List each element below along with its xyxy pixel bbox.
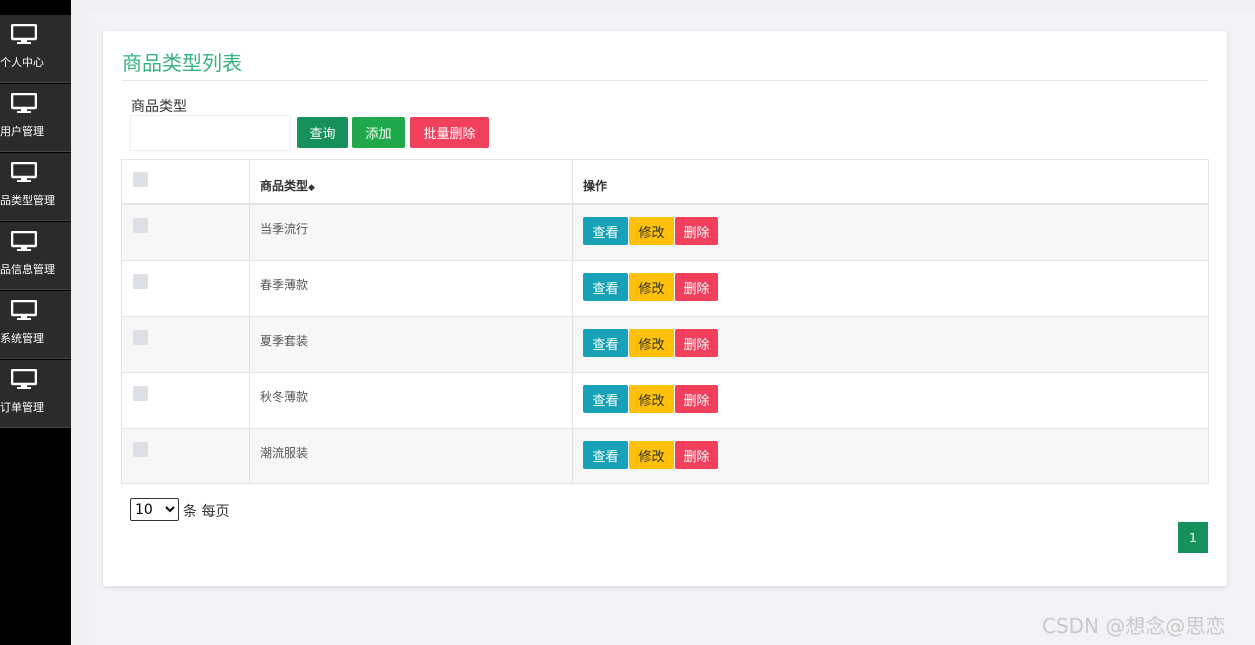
delete-button[interactable]: 删除 — [675, 329, 718, 357]
type-cell: 夏季套装 — [260, 334, 309, 348]
table-row: 秋冬薄款 查看 修改 删除 — [122, 373, 1208, 429]
sidebar-item-user-management[interactable]: 用户管理 — [0, 84, 71, 152]
table-header-row: 商品类型◆ 操作 — [122, 160, 1208, 205]
delete-button[interactable]: 删除 — [675, 441, 718, 469]
filter-label: 商品类型 — [131, 99, 187, 115]
edit-button[interactable]: 修改 — [629, 329, 674, 357]
edit-button[interactable]: 修改 — [629, 385, 674, 413]
row-checkbox[interactable] — [133, 442, 148, 457]
select-all-checkbox[interactable] — [133, 172, 148, 187]
watermark: CSDN @想念@思恋 — [1042, 614, 1226, 638]
row-checkbox[interactable] — [133, 386, 148, 401]
table-row: 夏季套装 查看 修改 删除 — [122, 317, 1208, 373]
add-button[interactable]: 添加 — [352, 117, 405, 148]
view-button[interactable]: 查看 — [583, 329, 628, 357]
sidebar-item-personal-center[interactable]: 个人中心 — [0, 15, 71, 83]
monitor-icon — [11, 231, 37, 251]
list-card: 商品类型列表 商品类型 查询 添加 批量删除 商品类型◆ 操作 当季流行 查看 … — [103, 31, 1227, 586]
view-button[interactable]: 查看 — [583, 273, 628, 301]
sidebar-item-type-management[interactable]: 品类型管理 — [0, 153, 71, 221]
sidebar: 个人中心 用户管理 品类型管理 品信息管理 系统管理 订单管理 — [0, 0, 71, 645]
edit-button[interactable]: 修改 — [629, 273, 674, 301]
monitor-icon — [11, 369, 37, 389]
table-row: 潮流服装 查看 修改 删除 — [122, 429, 1208, 483]
page-1-button[interactable]: 1 — [1178, 522, 1208, 553]
sidebar-item-label: 用户管理 — [0, 125, 44, 138]
table-row: 当季流行 查看 修改 删除 — [122, 205, 1208, 261]
column-header-type[interactable]: 商品类型◆ — [260, 177, 315, 194]
type-cell: 潮流服装 — [260, 446, 309, 460]
sidebar-item-label: 品信息管理 — [0, 263, 55, 276]
type-table: 商品类型◆ 操作 当季流行 查看 修改 删除 春季薄款 查看 修改 删除 夏季套… — [121, 159, 1209, 484]
search-button[interactable]: 查询 — [297, 117, 348, 148]
view-button[interactable]: 查看 — [583, 385, 628, 413]
monitor-icon — [11, 300, 37, 320]
type-cell: 春季薄款 — [260, 278, 309, 292]
monitor-icon — [11, 93, 37, 113]
title-divider — [122, 80, 1208, 81]
page-title: 商品类型列表 — [122, 51, 242, 75]
monitor-icon — [11, 162, 37, 182]
row-checkbox[interactable] — [133, 274, 148, 289]
column-header-actions: 操作 — [583, 179, 608, 193]
page-size-select[interactable]: 10 — [130, 498, 179, 521]
sidebar-item-order-management[interactable]: 订单管理 — [0, 360, 71, 428]
page-size-label: 条 每页 — [183, 504, 230, 520]
sidebar-item-label: 系统管理 — [0, 332, 44, 345]
delete-button[interactable]: 删除 — [675, 385, 718, 413]
column-divider — [249, 160, 250, 483]
edit-button[interactable]: 修改 — [629, 217, 674, 245]
view-button[interactable]: 查看 — [583, 217, 628, 245]
sidebar-item-system-management[interactable]: 系统管理 — [0, 291, 71, 359]
table-row: 春季薄款 查看 修改 删除 — [122, 261, 1208, 317]
type-cell: 秋冬薄款 — [260, 390, 309, 404]
sort-icon[interactable]: ◆ — [308, 183, 315, 193]
type-search-input[interactable] — [130, 115, 291, 151]
bulk-delete-button[interactable]: 批量删除 — [410, 117, 489, 148]
delete-button[interactable]: 删除 — [675, 217, 718, 245]
row-checkbox[interactable] — [133, 330, 148, 345]
monitor-icon — [11, 24, 37, 44]
row-checkbox[interactable] — [133, 218, 148, 233]
view-button[interactable]: 查看 — [583, 441, 628, 469]
sidebar-item-label: 订单管理 — [0, 401, 44, 414]
delete-button[interactable]: 删除 — [675, 273, 718, 301]
edit-button[interactable]: 修改 — [629, 441, 674, 469]
sidebar-item-info-management[interactable]: 品信息管理 — [0, 222, 71, 290]
sidebar-item-label: 品类型管理 — [0, 194, 55, 207]
sidebar-item-label: 个人中心 — [0, 56, 44, 69]
column-divider — [572, 160, 573, 483]
type-cell: 当季流行 — [260, 222, 309, 236]
